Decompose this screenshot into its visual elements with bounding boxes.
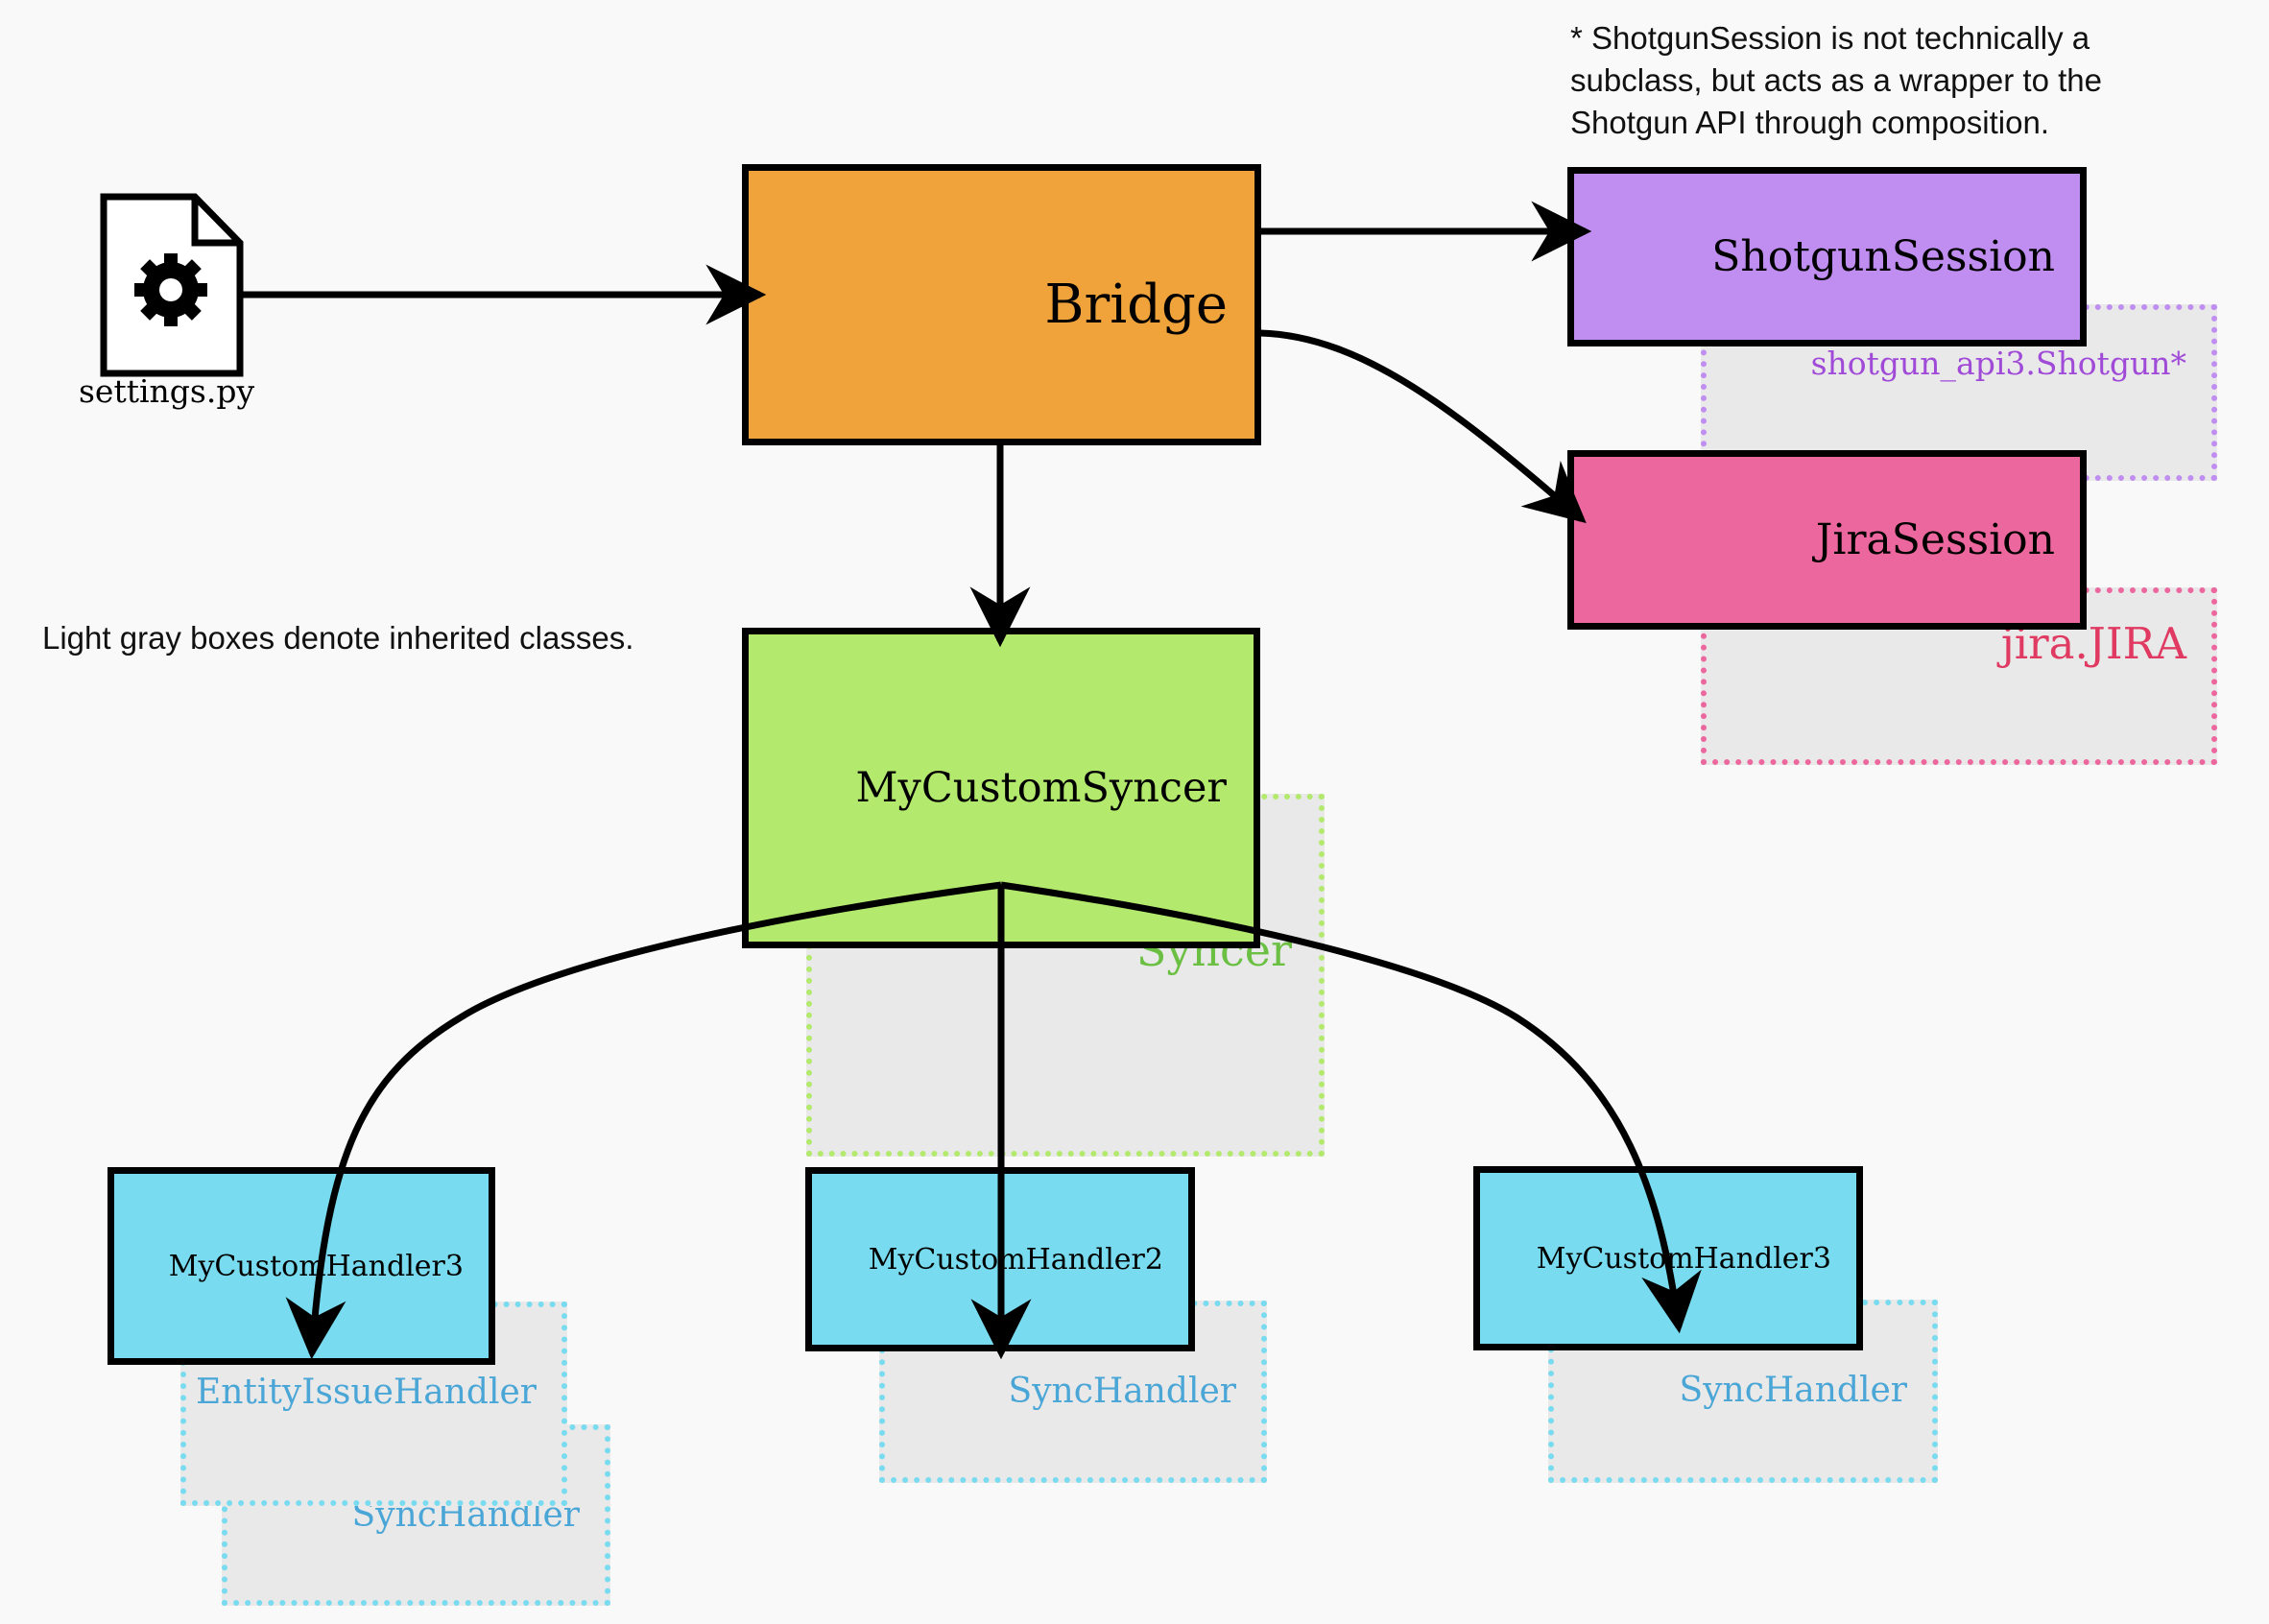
- file-gear-icon: [100, 193, 244, 377]
- node-label: MyCustomHandler3: [168, 1249, 464, 1283]
- legend-note: Light gray boxes denote inherited classe…: [42, 620, 634, 656]
- node-shotgun-session: ShotgunSession: [1567, 167, 2087, 346]
- parent-label: shotgun_api3.Shotgun*: [1810, 345, 2186, 382]
- node-handler-middle: MyCustomHandler2: [805, 1167, 1195, 1351]
- node-label: ShotgunSession: [1711, 232, 2055, 281]
- node-label: Bridge: [1044, 274, 1228, 336]
- gear-icon: [134, 253, 207, 326]
- node-label: JiraSession: [1815, 515, 2055, 564]
- composition-note-line: subclass, but acts as a wrapper to the: [1570, 62, 2102, 98]
- node-label: MyCustomSyncer: [855, 764, 1227, 812]
- parent-label: SyncHandler: [1679, 1371, 1907, 1410]
- node-label: MyCustomHandler2: [868, 1242, 1163, 1277]
- parent-label: SyncHandler: [1008, 1372, 1236, 1411]
- node-my-custom-syncer: MyCustomSyncer: [742, 628, 1260, 948]
- node-handler-right: MyCustomHandler3: [1473, 1166, 1863, 1350]
- edge-bridge-to-jira-session: [1259, 329, 1587, 524]
- node-jira-session: JiraSession: [1567, 450, 2087, 630]
- composition-note: * ShotgunSession is not technically a su…: [1570, 17, 2102, 144]
- composition-note-line: * ShotgunSession is not technically a: [1570, 20, 2090, 56]
- node-handler-left: MyCustomHandler3: [107, 1167, 495, 1365]
- settings-file-label: settings.py: [79, 372, 255, 410]
- node-label: MyCustomHandler3: [1536, 1241, 1831, 1276]
- node-bridge: Bridge: [742, 164, 1261, 445]
- composition-note-line: Shotgun API through composition.: [1570, 105, 2049, 140]
- parent-label: EntityIssueHandler: [195, 1373, 537, 1412]
